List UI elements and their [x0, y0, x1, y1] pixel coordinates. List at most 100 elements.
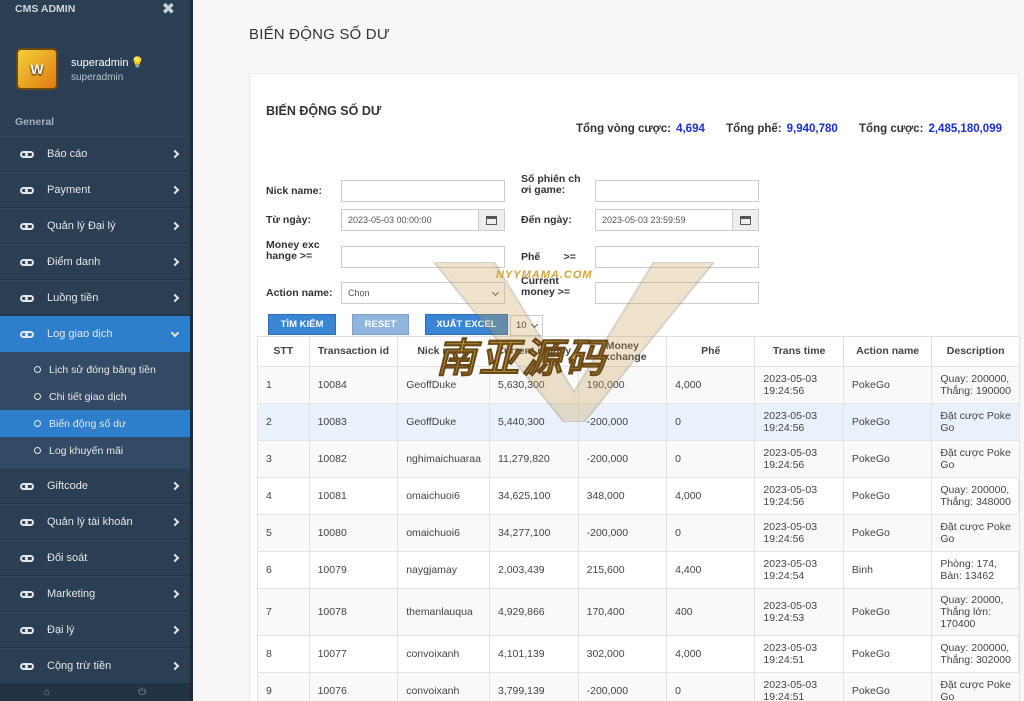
sidebar-item-giftcode[interactable]: Giftcode: [0, 468, 190, 504]
power-icon[interactable]: ⏻: [138, 687, 146, 698]
reset-button[interactable]: RESET: [352, 314, 409, 335]
cell-current: 3,799,139: [488, 672, 579, 701]
sidebar-footer: ⌂ ⏻: [0, 684, 190, 701]
chevron-right-icon: [170, 149, 180, 159]
submenu-item-log-khuyen-mai[interactable]: Log khuyến mãi: [0, 437, 190, 464]
cell-nick: themanlauqua: [397, 588, 490, 636]
money-exchange-label: Money exc hange >=: [266, 240, 320, 262]
col-header-phe[interactable]: Phế: [666, 336, 756, 367]
col-header-transaction-id[interactable]: Transaction id: [308, 336, 399, 367]
search-button[interactable]: TÌM KIẾM: [268, 314, 336, 335]
table-row[interactable]: 2 10083 GeoffDuke 5,440,300 -200,000 0 2023-05…: [257, 403, 1020, 441]
table-row[interactable]: 6 10079 naygjamay 2,003,439 215,600 4,400 2023…: [257, 551, 1020, 589]
submenu-log-giao-dich: Lịch sử đóng băng tiền Chi tiết giao dịc…: [0, 352, 190, 468]
cell-action: PokeGo: [842, 672, 933, 701]
sidebar-item-cong-tru-tien[interactable]: Cộng trừ tiền: [0, 648, 190, 684]
close-icon[interactable]: ✖: [162, 0, 175, 19]
to-date-input[interactable]: 2023-05-03 23:59:59: [595, 209, 733, 231]
col-header-description[interactable]: Description: [931, 336, 1020, 367]
table-row[interactable]: 3 10082 nghimaichuaraa 11,279,820 -200,000 0 2…: [257, 440, 1020, 478]
gamepad-icon: [20, 222, 34, 230]
col-header-stt[interactable]: STT: [257, 336, 310, 367]
cell-current: 5,440,300: [488, 403, 579, 441]
sidebar-item-quan-ly-tai-khoan[interactable]: Quản lý tài khoản: [0, 504, 190, 540]
circle-icon: [34, 447, 41, 454]
cell-action: PokeGo: [842, 403, 933, 441]
sidebar-item-label: Đối soát: [47, 552, 88, 564]
cell-exchange: 348,000: [577, 477, 668, 515]
sidebar-item-label: Đại lý: [47, 624, 75, 636]
cell-action: PokeGo: [842, 635, 933, 673]
total-fee-value: 9,940,780: [786, 123, 838, 135]
submenu-item-chi-tiet-giao-dich[interactable]: Chi tiết giao dịch: [0, 383, 190, 410]
to-date-label: Đến ngày:: [521, 214, 572, 226]
sidebar-item-label: Giftcode: [47, 480, 88, 492]
sidebar-menu: Báo cáo Payment Quản lý Đại lý Điểm danh…: [0, 136, 190, 684]
cell-tid: 10083: [308, 403, 399, 441]
phe-label: Phế >=: [521, 251, 576, 263]
sidebar-item-bao-cao[interactable]: Báo cáo: [0, 136, 190, 172]
table-row[interactable]: 8 10077 convoixanh 4,101,139 302,000 4,000 202…: [257, 635, 1020, 673]
profile: W superadmin 💡 superadmin: [0, 18, 190, 100]
sidebar-item-marketing[interactable]: Marketing: [0, 576, 190, 612]
sidebar-item-log-giao-dich[interactable]: Log giao dịch: [0, 316, 190, 352]
cell-desc: Đặt cược Poke Go: [931, 440, 1020, 478]
sidebar-item-payment[interactable]: Payment: [0, 172, 190, 208]
cell-phe: 4,000: [666, 477, 756, 515]
calendar-icon[interactable]: [478, 209, 505, 231]
cell-nick: omaichuoi6: [397, 477, 490, 515]
table-row[interactable]: 1 10084 GeoffDuke 5,630,300 190,000 4,000 2023…: [257, 366, 1020, 404]
submenu-item-label: Biến động số dư: [49, 417, 127, 430]
sidebar-item-doi-soat[interactable]: Đối soát: [0, 540, 190, 576]
panel-title: BIẾN ĐỘNG SỐ DƯ: [266, 104, 382, 118]
submenu-item-lich-su-dong-bang[interactable]: Lịch sử đóng băng tiền: [0, 356, 190, 383]
current-money-input[interactable]: [595, 282, 759, 304]
cell-phe: 400: [666, 588, 756, 636]
chevron-right-icon: [170, 257, 180, 267]
cell-tid: 10077: [308, 635, 399, 673]
cell-current: 34,625,100: [488, 477, 579, 515]
table-row[interactable]: 4 10081 omaichuoi6 34,625,100 348,000 4,000 20…: [257, 477, 1020, 515]
nick-name-input[interactable]: [341, 180, 505, 202]
cell-time: 2023-05-03 19:24:56: [754, 366, 844, 404]
key-icon: 💡: [130, 56, 145, 69]
table-row[interactable]: 9 10076 convoixanh 3,799,139 -200,000 0 2023-0…: [257, 672, 1020, 701]
cell-current: 11,279,820: [488, 440, 579, 478]
submenu-item-label: Log khuyến mãi: [49, 444, 124, 457]
col-header-trans-time[interactable]: Trans time: [754, 336, 844, 367]
table-row[interactable]: 5 10080 omaichuoi6 34,277,100 -200,000 0 2023-…: [257, 514, 1020, 552]
balance-table: STT Transaction id Nick name Current mon…: [257, 336, 1020, 701]
sidebar-item-label: Marketing: [47, 588, 96, 600]
phe-input[interactable]: [595, 246, 759, 268]
gamepad-icon: [20, 662, 34, 670]
brand-title[interactable]: CMS ADMIN: [15, 3, 75, 15]
table-header-row: STT Transaction id Nick name Current mon…: [257, 336, 1020, 367]
cell-tid: 10080: [308, 514, 399, 552]
so-phien-input[interactable]: [595, 180, 759, 202]
total-bet-value: 2,485,180,099: [928, 123, 1002, 135]
cell-tid: 10078: [308, 588, 399, 636]
cell-nick: omaichuoi6: [397, 514, 490, 552]
cell-exchange: 302,000: [577, 635, 668, 673]
circle-icon: [34, 393, 41, 400]
sidebar-item-label: Quản lý Đại lý: [47, 220, 116, 232]
home-icon[interactable]: ⌂: [44, 687, 50, 698]
cell-stt: 9: [257, 672, 310, 701]
submenu-item-label: Chi tiết giao dịch: [49, 390, 127, 403]
table-row[interactable]: 7 10078 themanlauqua 4,929,866 170,400 400 202…: [257, 588, 1020, 636]
gamepad-icon: [20, 330, 34, 338]
cell-tid: 10082: [308, 440, 399, 478]
sidebar-item-quan-ly-dai-ly[interactable]: Quản lý Đại lý: [0, 208, 190, 244]
col-header-action-name[interactable]: Action name: [842, 336, 933, 367]
action-name-select[interactable]: Chọn: [341, 282, 505, 304]
sidebar-item-luong-tien[interactable]: Luồng tiền: [0, 280, 190, 316]
sidebar-item-diem-danh[interactable]: Điểm danh: [0, 244, 190, 280]
cell-time: 2023-05-03 19:24:51: [754, 672, 844, 701]
cell-stt: 1: [257, 366, 310, 404]
sidebar-item-dai-ly[interactable]: Đại lý: [0, 612, 190, 648]
money-exchange-input[interactable]: [341, 246, 505, 268]
cell-desc: Quay: 20000, Thắng lớn: 170400: [931, 588, 1020, 636]
submenu-item-bien-dong-so-du[interactable]: Biến động số dư: [0, 410, 190, 437]
from-date-input[interactable]: 2023-05-03 00:00:00: [341, 209, 479, 231]
calendar-icon[interactable]: [732, 209, 759, 231]
